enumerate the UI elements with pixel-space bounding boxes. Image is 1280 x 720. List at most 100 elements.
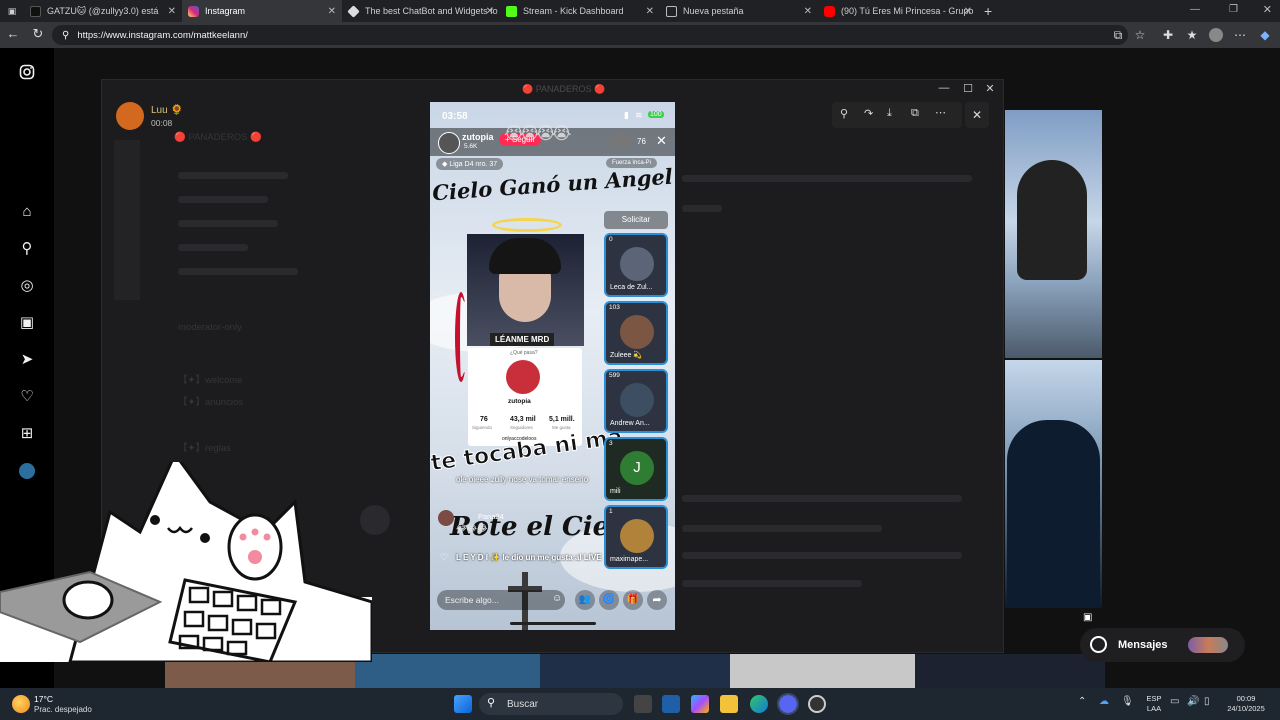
channel-item[interactable]: 【✦】welcome [178, 372, 242, 386]
tab-chatbot[interactable]: The best ChatBot and Widgets fo ✕ [342, 0, 500, 22]
copilot-app-icon[interactable] [691, 695, 709, 713]
tab-new[interactable]: Nueva pestaña ✕ [660, 0, 818, 22]
diamond-icon [347, 4, 360, 18]
league-badge[interactable]: ◆ Liga D4 nro. 37 [436, 158, 504, 170]
guest-card[interactable]: 0 Leca de Zul... [604, 233, 668, 297]
clock[interactable]: 00:09 24/10/2025 [1222, 694, 1270, 714]
guest-card[interactable]: 103 Zuleee 💫 [604, 301, 668, 365]
channel-item[interactable]: 【✦】reglas [178, 440, 231, 454]
tray-expand-icon[interactable]: ⌃ [1078, 696, 1086, 707]
channel-item[interactable]: moderator-only [178, 322, 242, 333]
search-icon[interactable]: ⚲ [17, 239, 37, 259]
close-window-icon[interactable]: ✕ [1263, 3, 1272, 16]
battery-icon[interactable]: ▯ [1204, 696, 1210, 707]
share-icon[interactable]: ↷ [864, 107, 873, 120]
messages-button[interactable]: Mensajes [1080, 628, 1245, 662]
reels-icon[interactable]: ▣ [17, 313, 37, 333]
close-live-icon[interactable]: ✕ [656, 133, 667, 149]
close-tab-icon[interactable]: ✕ [168, 6, 176, 17]
store-icon[interactable] [662, 695, 680, 713]
favorite-star-icon[interactable]: ☆ [1130, 25, 1150, 45]
create-icon[interactable]: ⊞ [17, 424, 37, 444]
guest-card[interactable]: 1 maximape... [604, 505, 668, 569]
guest-count: 0 [609, 236, 613, 243]
profile-card[interactable]: ¿Qué pasa? zutopia 76 Siguiendo 43,3 mil… [468, 348, 582, 446]
viewer-count[interactable]: 76 [637, 137, 646, 146]
preview-image-jacket[interactable] [1005, 360, 1102, 608]
host-name[interactable]: zutopia [462, 132, 494, 142]
network-icon[interactable]: ▭ [1170, 696, 1179, 707]
window-close-icon[interactable]: ✕ [979, 82, 1001, 98]
instagram-logo-icon[interactable] [17, 64, 37, 84]
windows-start-icon[interactable] [454, 695, 472, 713]
strip-image-4[interactable] [730, 654, 915, 688]
onedrive-icon[interactable]: ☁ [1099, 696, 1109, 707]
volume-icon[interactable]: 🔊 [1187, 696, 1199, 707]
preview-image-snow[interactable] [1005, 110, 1102, 358]
tab-gatzu[interactable]: GATZU🐱 (@zullyy3.0) está ✕ [24, 0, 182, 22]
obs-icon[interactable] [808, 695, 826, 713]
window-minimize-icon[interactable]: — [933, 82, 955, 98]
new-tab-button[interactable]: + [978, 0, 998, 22]
task-view-icon[interactable] [634, 695, 652, 713]
reload-icon[interactable]: ↻ [26, 26, 50, 42]
microphone-icon[interactable]: 🎙 [1121, 696, 1134, 707]
tab-actions-icon[interactable]: ▣ [0, 0, 24, 22]
download-icon[interactable]: ⤓ [887, 107, 892, 120]
site-info-icon[interactable]: ⚲ [62, 30, 69, 41]
close-tab-icon[interactable]: ✕ [328, 6, 336, 17]
profile-avatar[interactable] [1206, 25, 1226, 45]
guest-invite-icon[interactable]: 👥 [575, 590, 595, 610]
user-avatar[interactable] [116, 102, 144, 130]
home-indicator [510, 622, 596, 625]
extensions-icon[interactable]: ✚ [1158, 25, 1178, 45]
chat-message [682, 525, 882, 532]
close-tab-icon[interactable]: ✕ [646, 6, 654, 17]
gallery-icon[interactable]: ▣ [1083, 612, 1097, 626]
more-icon[interactable]: ⋯ [935, 106, 946, 119]
host-avatar[interactable] [438, 132, 460, 154]
notifications-heart-icon[interactable]: ♡ [17, 387, 37, 407]
channel-item[interactable]: 【✦】anuncios [178, 394, 243, 408]
home-icon[interactable]: ⌂ [17, 202, 37, 222]
maximize-icon[interactable]: ❐ [1229, 4, 1238, 15]
edge-icon[interactable] [750, 695, 768, 713]
close-tab-icon[interactable]: ✕ [804, 6, 812, 17]
guest-card[interactable]: 3 J mili [604, 437, 668, 501]
share-arrow-icon[interactable]: ➦ [647, 590, 667, 610]
strip-image-3[interactable] [540, 654, 730, 688]
taskbar-search[interactable]: ⚲ Buscar [479, 693, 623, 715]
close-tab-icon[interactable]: ✕ [964, 6, 972, 17]
app-available-icon[interactable]: ⧉ [1108, 25, 1128, 45]
hair-shape [489, 238, 561, 274]
emoji-button-icon[interactable]: ☺ [552, 593, 562, 604]
gift-icon[interactable]: 🎁 [623, 590, 643, 610]
viewer-close-button[interactable]: ✕ [965, 102, 989, 128]
language-indicator[interactable]: ESP LAA [1143, 694, 1165, 714]
favorites-icon[interactable]: ★ [1182, 25, 1202, 45]
user-name: Luu 🌻 [151, 105, 183, 116]
messages-icon[interactable]: ➤ [17, 350, 37, 370]
tab-youtube[interactable]: (90) Tú Eres Mi Princesa - Grupo ✕ [818, 0, 978, 22]
comment-input[interactable]: Escribe algo... [437, 590, 565, 610]
tab-instagram[interactable]: Instagram ✕ [182, 0, 342, 22]
effects-icon[interactable]: 🌀 [599, 590, 619, 610]
tab-kick[interactable]: Stream - Kick Dashboard ✕ [500, 0, 660, 22]
weather-icon[interactable] [12, 695, 30, 713]
more-menu-icon[interactable]: ⋯ [1230, 25, 1250, 45]
guest-card[interactable]: 599 Andrew An... [604, 369, 668, 433]
discord-icon[interactable] [777, 693, 799, 715]
strip-image-5[interactable] [915, 654, 1105, 688]
url-field[interactable]: ⚲ https://www.instagram.com/mattkeelann/ [52, 25, 1128, 45]
copilot-icon[interactable]: ◆ [1255, 25, 1275, 45]
open-new-icon[interactable]: ⧉ [911, 107, 919, 120]
explore-icon[interactable]: ◎ [17, 276, 37, 296]
file-explorer-icon[interactable] [720, 695, 738, 713]
back-icon[interactable]: ← [1, 26, 25, 41]
strip-image-2[interactable] [355, 654, 540, 688]
minimize-icon[interactable]: — [1190, 4, 1200, 15]
window-maximize-icon[interactable]: ☐ [957, 82, 979, 98]
close-tab-icon[interactable]: ✕ [486, 6, 494, 17]
zoom-icon[interactable]: ⚲ [840, 107, 848, 120]
request-join-button[interactable]: Solicitar [604, 211, 668, 229]
